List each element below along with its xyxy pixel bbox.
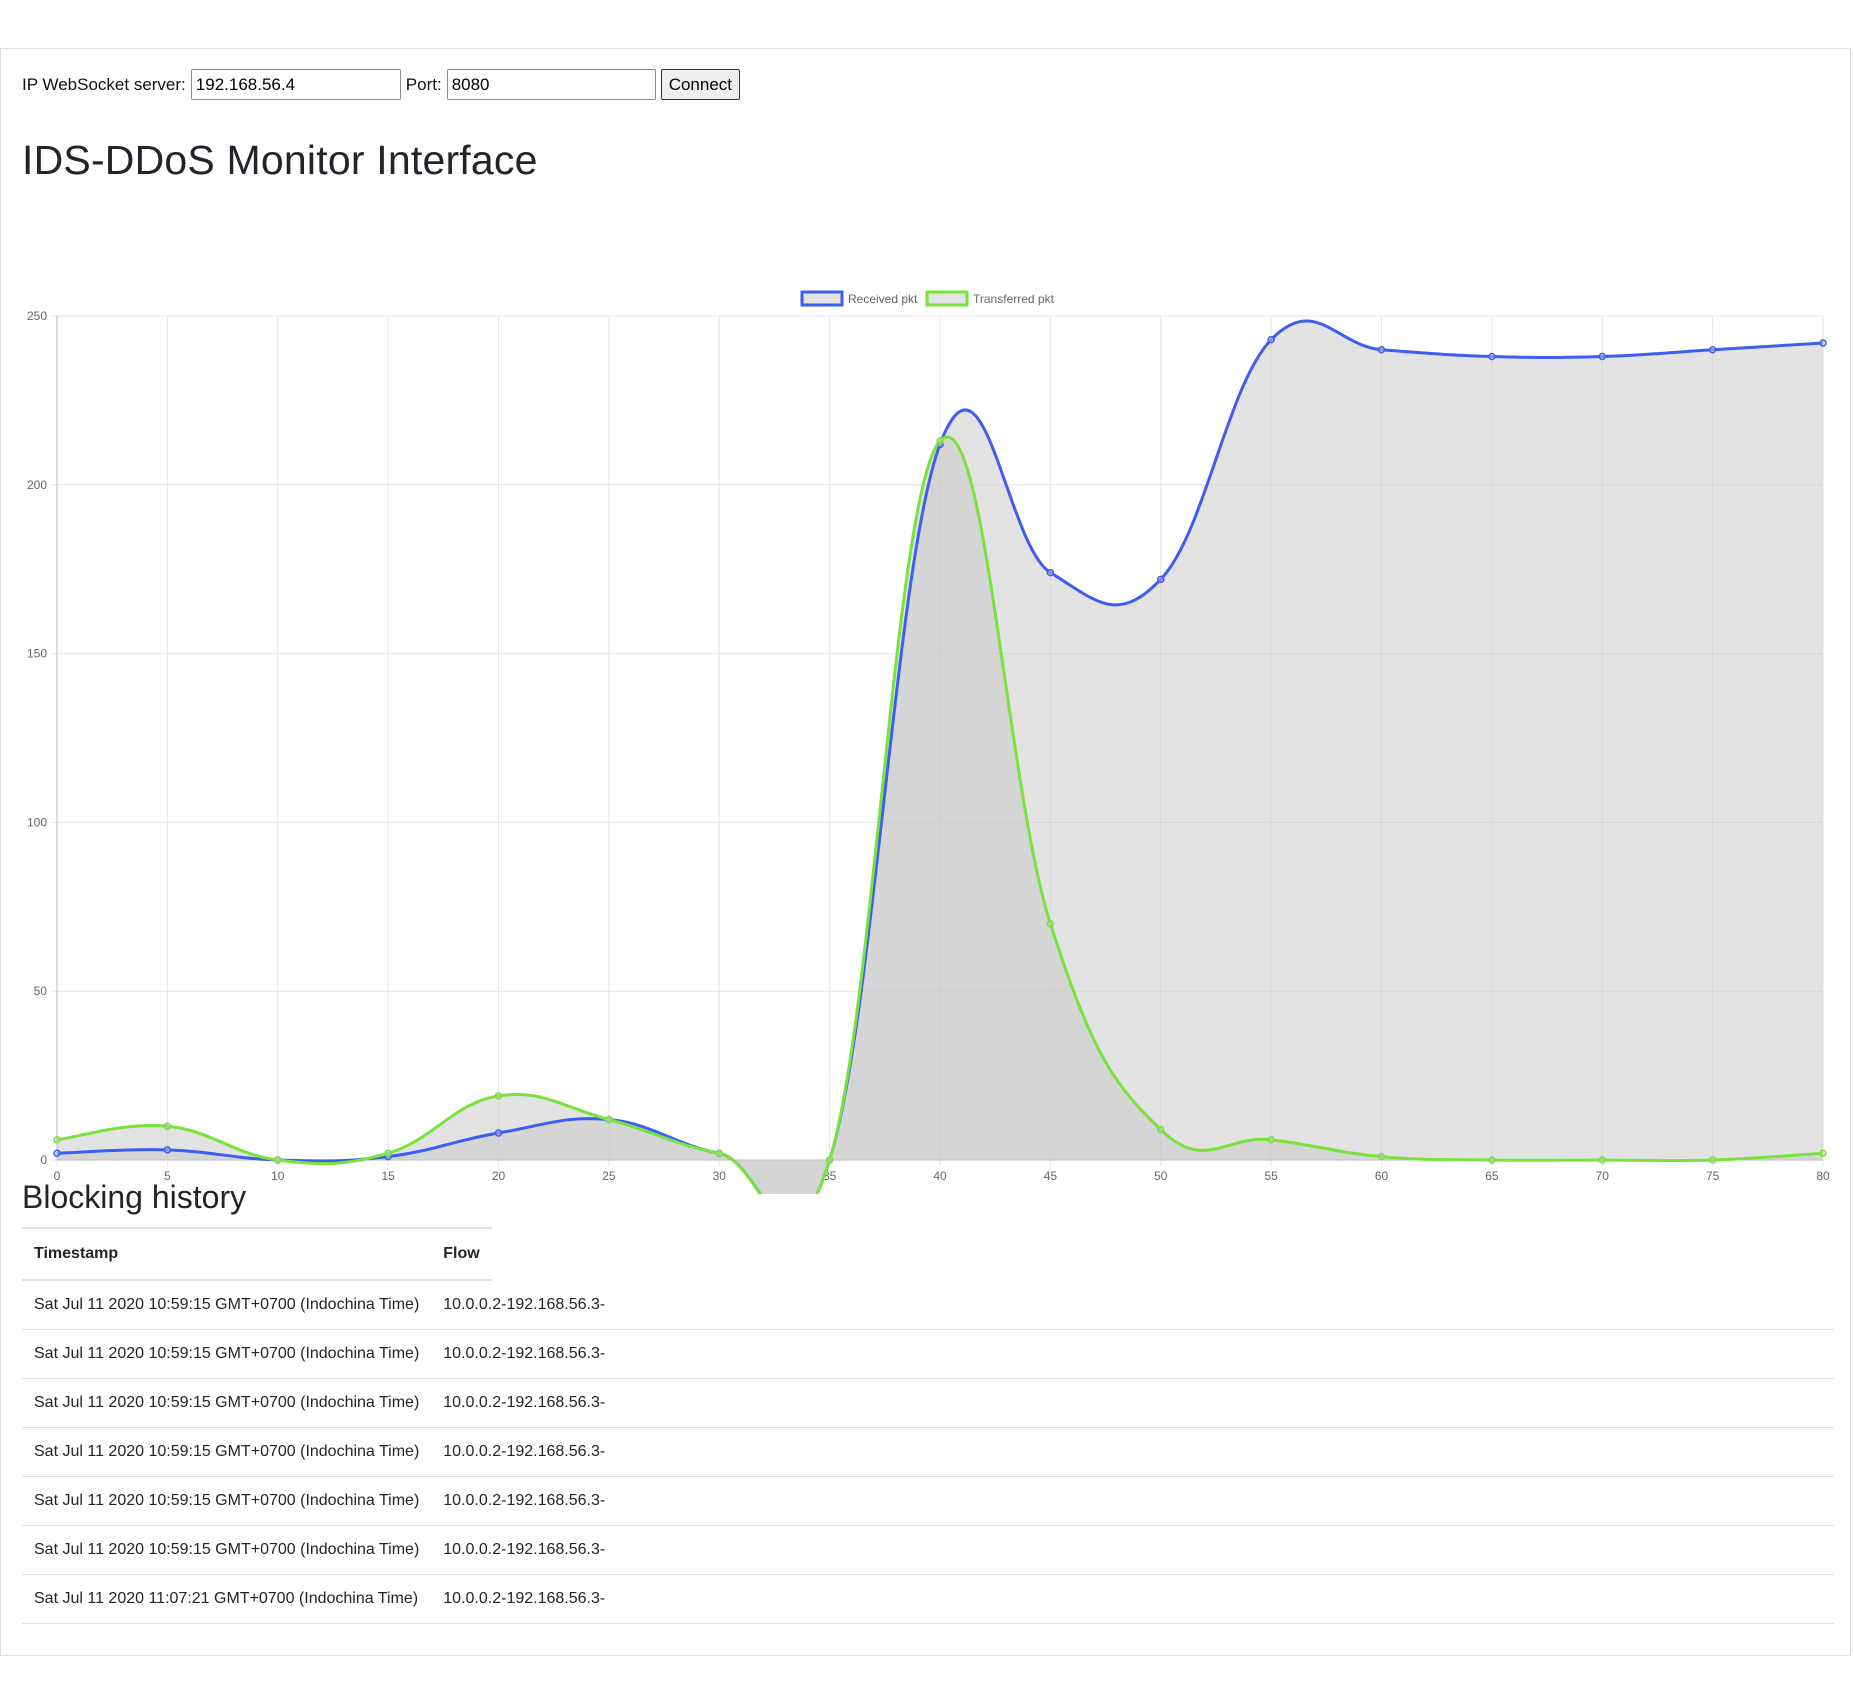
data-point bbox=[605, 1115, 613, 1124]
table-row: Sat Jul 11 2020 10:59:15 GMT+0700 (Indoc… bbox=[22, 1525, 1834, 1575]
data-point bbox=[1157, 1125, 1165, 1134]
y-tick-label: 200 bbox=[27, 478, 47, 492]
data-point bbox=[494, 1092, 503, 1100]
data-point bbox=[384, 1149, 392, 1157]
data-point bbox=[1046, 568, 1055, 577]
row-timestamp: Sat Jul 11 2020 11:07:21 GMT+0700 (Indoc… bbox=[22, 1574, 432, 1624]
data-point bbox=[1598, 1156, 1606, 1164]
table-row: Sat Jul 11 2020 10:59:15 GMT+0700 (Indoc… bbox=[22, 1329, 1834, 1379]
x-tick-label: 50 bbox=[1154, 1169, 1168, 1183]
data-point bbox=[53, 1135, 61, 1144]
legend-swatch bbox=[925, 290, 969, 307]
data-point bbox=[274, 1156, 282, 1164]
legend-swatch bbox=[800, 290, 844, 307]
port-label: Port: bbox=[405, 74, 442, 94]
legend-label: Received pkt bbox=[848, 292, 918, 306]
blocking-history-title: Blocking history bbox=[22, 1179, 247, 1215]
table-row: Sat Jul 11 2020 11:07:21 GMT+0700 (Indoc… bbox=[22, 1574, 1834, 1624]
data-point bbox=[1819, 1149, 1827, 1157]
data-point bbox=[163, 1122, 172, 1130]
x-tick-label: 40 bbox=[933, 1169, 947, 1183]
connect-button[interactable]: Connect bbox=[660, 69, 741, 100]
x-tick-label: 15 bbox=[381, 1169, 395, 1183]
column-header-flow[interactable]: Flow bbox=[431, 1227, 492, 1281]
data-point bbox=[1598, 352, 1606, 361]
data-point bbox=[936, 437, 944, 445]
data-point bbox=[715, 1149, 723, 1157]
row-flow: 10.0.0.2-192.168.56.3- bbox=[431, 1427, 1834, 1477]
y-tick-label: 250 bbox=[27, 309, 47, 323]
x-tick-label: 60 bbox=[1375, 1169, 1389, 1183]
data-point bbox=[1708, 1156, 1717, 1164]
table-header: Timestamp Flow bbox=[22, 1227, 1834, 1281]
row-flow: 10.0.0.2-192.168.56.3- bbox=[431, 1378, 1834, 1428]
data-point bbox=[1377, 346, 1386, 354]
data-point bbox=[1046, 919, 1055, 928]
y-tick-label: 0 bbox=[40, 1153, 47, 1167]
header-spacer bbox=[492, 1228, 1834, 1280]
row-timestamp: Sat Jul 11 2020 10:59:15 GMT+0700 (Indoc… bbox=[22, 1525, 432, 1575]
y-tick-label: 150 bbox=[27, 647, 47, 661]
x-tick-label: 25 bbox=[602, 1169, 616, 1183]
port-input[interactable] bbox=[446, 69, 656, 100]
x-tick-label: 20 bbox=[492, 1169, 506, 1183]
row-timestamp: Sat Jul 11 2020 10:59:15 GMT+0700 (Indoc… bbox=[22, 1427, 432, 1477]
table-row: Sat Jul 11 2020 10:59:15 GMT+0700 (Indoc… bbox=[22, 1280, 1834, 1330]
row-flow: 10.0.0.2-192.168.56.3- bbox=[431, 1476, 1834, 1526]
page-title: IDS-DDoS Monitor Interface bbox=[22, 137, 538, 183]
row-timestamp: Sat Jul 11 2020 10:59:15 GMT+0700 (Indoc… bbox=[22, 1329, 432, 1379]
x-tick-label: 80 bbox=[1816, 1169, 1830, 1183]
x-tick-label: 30 bbox=[713, 1169, 727, 1183]
x-tick-label: 45 bbox=[1044, 1169, 1058, 1183]
data-point bbox=[825, 1156, 834, 1164]
main-panel: IP WebSocket server: Port: Connect IDS-D… bbox=[0, 48, 1851, 1656]
row-timestamp: Sat Jul 11 2020 10:59:15 GMT+0700 (Indoc… bbox=[22, 1280, 432, 1330]
traffic-chart: 0501001502002500 5 10 15 20 25 30 35 40 45 50 55 60 6… bbox=[27, 290, 1830, 1194]
data-point bbox=[1488, 352, 1496, 361]
blocking-history-table: Timestamp Flow Sat Jul 11 2020 10:59:15 … bbox=[22, 1227, 1834, 1624]
row-flow: 10.0.0.2-192.168.56.3- bbox=[431, 1329, 1834, 1379]
row-timestamp: Sat Jul 11 2020 10:59:15 GMT+0700 (Indoc… bbox=[22, 1476, 432, 1526]
data-point bbox=[1267, 1135, 1275, 1144]
y-tick-label: 100 bbox=[27, 815, 47, 829]
table-row: Sat Jul 11 2020 10:59:15 GMT+0700 (Indoc… bbox=[22, 1476, 1834, 1526]
table-body: Sat Jul 11 2020 10:59:15 GMT+0700 (Indoc… bbox=[22, 1280, 1834, 1624]
x-tick-label: 55 bbox=[1264, 1169, 1278, 1183]
x-tick-label: 70 bbox=[1596, 1169, 1610, 1183]
data-point bbox=[1157, 575, 1165, 584]
ip-label: IP WebSocket server: bbox=[22, 74, 186, 94]
y-tick-label: 50 bbox=[34, 984, 48, 998]
ip-input[interactable] bbox=[190, 69, 401, 100]
data-point bbox=[1819, 339, 1827, 347]
column-header-timestamp[interactable]: Timestamp bbox=[22, 1227, 432, 1281]
legend-label: Transferred pkt bbox=[973, 292, 1055, 306]
row-timestamp: Sat Jul 11 2020 10:59:15 GMT+0700 (Indoc… bbox=[22, 1378, 432, 1428]
table-row: Sat Jul 11 2020 10:59:15 GMT+0700 (Indoc… bbox=[22, 1378, 1834, 1428]
row-flow: 10.0.0.2-192.168.56.3- bbox=[431, 1574, 1834, 1624]
x-tick-label: 75 bbox=[1706, 1169, 1720, 1183]
data-point bbox=[1377, 1152, 1386, 1161]
table-row: Sat Jul 11 2020 10:59:15 GMT+0700 (Indoc… bbox=[22, 1427, 1834, 1477]
data-point bbox=[494, 1129, 503, 1137]
data-point bbox=[1488, 1156, 1496, 1164]
row-flow: 10.0.0.2-192.168.56.3- bbox=[431, 1525, 1834, 1575]
data-point bbox=[53, 1149, 61, 1157]
connection-bar: IP WebSocket server: Port: Connect bbox=[22, 69, 741, 100]
x-tick-label: 10 bbox=[271, 1169, 285, 1183]
x-tick-label: 65 bbox=[1485, 1169, 1499, 1183]
data-point bbox=[1267, 335, 1275, 344]
row-flow: 10.0.0.2-192.168.56.3- bbox=[431, 1280, 1834, 1330]
data-point bbox=[1708, 346, 1717, 354]
data-point bbox=[163, 1146, 172, 1154]
